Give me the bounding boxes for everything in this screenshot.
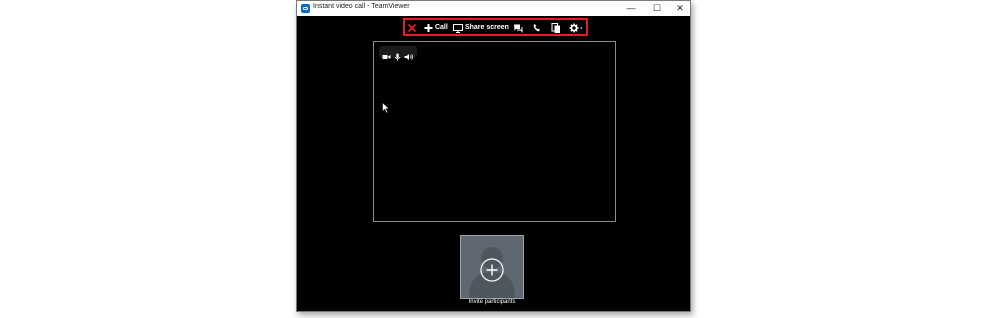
mouse-cursor-icon	[382, 102, 390, 114]
settings-button[interactable]	[569, 22, 584, 34]
invite-participants-tile[interactable]	[460, 235, 524, 299]
minimize-button[interactable]: —	[623, 2, 639, 14]
gear-icon	[569, 23, 583, 33]
title-bar: Instant video call - TeamViewer — ☐ ✕	[297, 1, 690, 16]
microphone-button[interactable]	[394, 48, 401, 66]
phone-button[interactable]	[532, 22, 542, 34]
maximize-button[interactable]: ☐	[649, 2, 665, 14]
end-call-button[interactable]	[407, 22, 417, 34]
invite-participants-label: Invite participants	[468, 299, 516, 305]
monitor-icon	[453, 24, 463, 33]
teamviewer-window: Instant video call - TeamViewer — ☐ ✕ Ca…	[296, 0, 691, 312]
call-label: Call	[434, 24, 448, 31]
files-button[interactable]	[551, 22, 561, 34]
microphone-icon	[394, 53, 401, 61]
share-screen-button[interactable]: Share screen	[453, 22, 509, 34]
files-icon	[551, 23, 560, 33]
share-screen-label: Share screen	[464, 24, 509, 31]
close-icon	[408, 24, 416, 32]
call-toolbar: Call Share screen	[403, 18, 588, 36]
chat-icon	[514, 24, 523, 34]
camera-button[interactable]	[382, 48, 391, 66]
phone-icon	[533, 24, 540, 32]
window-title: Instant video call - TeamViewer	[313, 3, 410, 10]
speaker-button[interactable]	[404, 48, 414, 66]
chat-button[interactable]	[513, 22, 523, 34]
media-controls	[379, 46, 417, 61]
speaker-icon	[404, 54, 414, 60]
video-panel	[373, 41, 616, 222]
camera-icon	[382, 55, 391, 59]
call-button[interactable]: Call	[424, 22, 448, 34]
close-window-button[interactable]: ✕	[672, 2, 688, 14]
plus-icon	[424, 24, 433, 32]
teamviewer-logo-icon	[301, 4, 310, 13]
participant-silhouette-icon	[469, 247, 515, 298]
